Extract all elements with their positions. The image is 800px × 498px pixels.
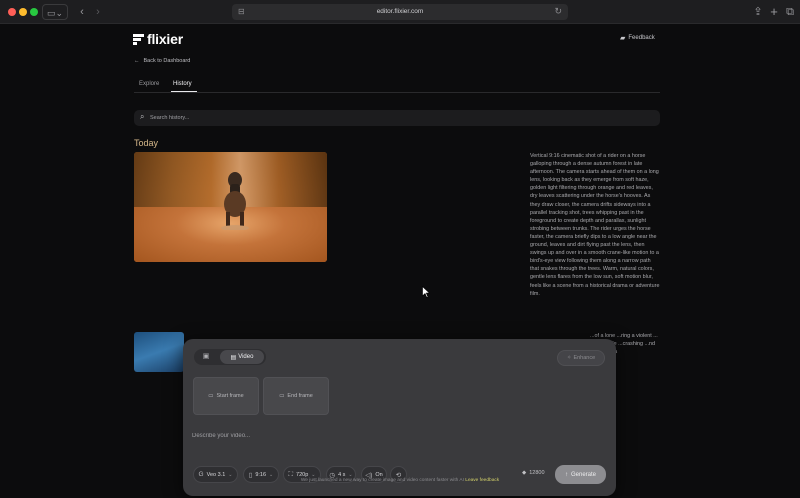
start-frame-upload[interactable]: ▭ Start frame: [193, 377, 259, 415]
enhance-button[interactable]: ✧ Enhance: [557, 350, 605, 366]
flixier-logo-mark: [133, 33, 144, 45]
video-mode-label: Video: [238, 354, 254, 360]
end-frame-label: End frame: [287, 393, 313, 399]
chevron-down-icon: ⌄: [348, 471, 353, 478]
search-input[interactable]: [150, 110, 450, 126]
active-tab-indicator: [171, 91, 197, 92]
feedback-label: Feedback: [628, 35, 655, 41]
tab-overview-icon[interactable]: ⧉: [784, 4, 796, 20]
resolution-label: 720p: [296, 471, 309, 478]
search-bar[interactable]: ⌕: [134, 110, 660, 126]
back-to-dashboard-link[interactable]: ← Back to Dashboard: [134, 58, 190, 64]
zoom-window-button[interactable]: [30, 8, 38, 16]
chat-bubble-icon: ▰: [620, 35, 626, 42]
google-icon: G: [198, 471, 204, 478]
generate-label: Generate: [570, 471, 597, 478]
film-icon: ▤: [230, 354, 237, 361]
chevron-down-icon: ⌄: [269, 471, 274, 478]
url-text: editor.flixier.com: [376, 8, 424, 15]
credits-balance: ◆ 12800: [522, 470, 545, 476]
feedback-button[interactable]: ▰ Feedback: [620, 34, 655, 42]
prompt-input[interactable]: [192, 429, 552, 443]
image-icon: ▭: [279, 393, 285, 399]
generation-composer: ▣ ▤ Video ✧ Enhance ▭ Start frame ▭ End …: [183, 339, 616, 496]
history-item-description: Vertical 9:16 cinematic shot of a rider …: [530, 153, 660, 297]
mode-toggle: ▣ ▤ Video: [194, 349, 266, 365]
arrow-up-icon: ↑: [564, 471, 568, 478]
share-icon[interactable]: ⇪: [752, 4, 764, 20]
credits-icon: ◆: [522, 470, 527, 476]
footer-banner: We just launched a new way to create ima…: [0, 478, 800, 483]
aspect-ratio-label: 9:16: [255, 471, 267, 478]
video-thumbnail[interactable]: [134, 152, 327, 262]
back-arrow-icon[interactable]: ‹: [76, 4, 88, 20]
tab-history[interactable]: History: [173, 81, 192, 87]
sidebar-toggle-icon[interactable]: ▭⌄: [42, 4, 68, 20]
browser-toolbar: ▭⌄ ‹ › ⊟ editor.flixier.com ↻ ⇪ + ⧉: [0, 0, 800, 24]
tab-explore[interactable]: Explore: [139, 81, 159, 87]
sparkle-icon: ✧: [566, 355, 572, 361]
flixier-logo[interactable]: flixier: [133, 31, 183, 47]
arrow-left-icon: ←: [134, 58, 140, 64]
back-to-dashboard-label: Back to Dashboard: [143, 58, 191, 64]
mouse-cursor-icon: [422, 286, 430, 298]
leave-feedback-link[interactable]: Leave feedback: [465, 478, 499, 483]
minimize-window-button[interactable]: [19, 8, 27, 16]
close-window-button[interactable]: [8, 8, 16, 16]
reload-icon[interactable]: ↻: [554, 6, 562, 17]
enhance-label: Enhance: [573, 355, 596, 361]
chevron-down-icon: ⌄: [228, 471, 233, 478]
model-label: Veo 3.1: [206, 471, 226, 478]
page: flixier ▰ Feedback ← Back to Dashboard E…: [0, 24, 800, 498]
search-icon: ⌕: [140, 112, 145, 121]
logo-text: flixier: [147, 31, 183, 47]
new-tab-icon[interactable]: +: [768, 4, 780, 20]
video-thumbnail[interactable]: [134, 332, 184, 372]
section-title-today: Today: [134, 138, 159, 148]
image-mode-icon[interactable]: ▣: [199, 352, 213, 362]
forward-arrow-icon[interactable]: ›: [92, 4, 104, 20]
address-bar[interactable]: ⊟ editor.flixier.com ↻: [232, 4, 568, 20]
video-mode-button[interactable]: ▤ Video: [220, 350, 264, 364]
chevron-down-icon: ⌄: [311, 471, 316, 478]
duration-label: 4 s: [338, 471, 346, 478]
audio-label: On: [375, 471, 383, 478]
footer-text: We just launched a new way to create ima…: [300, 478, 464, 483]
end-frame-upload[interactable]: ▭ End frame: [263, 377, 329, 415]
tab-bar: Explore History: [134, 76, 660, 93]
image-icon: ▭: [208, 393, 214, 399]
start-frame-label: Start frame: [216, 393, 244, 399]
horse-rider-image: [221, 172, 249, 230]
credits-value: 12800: [529, 470, 545, 476]
